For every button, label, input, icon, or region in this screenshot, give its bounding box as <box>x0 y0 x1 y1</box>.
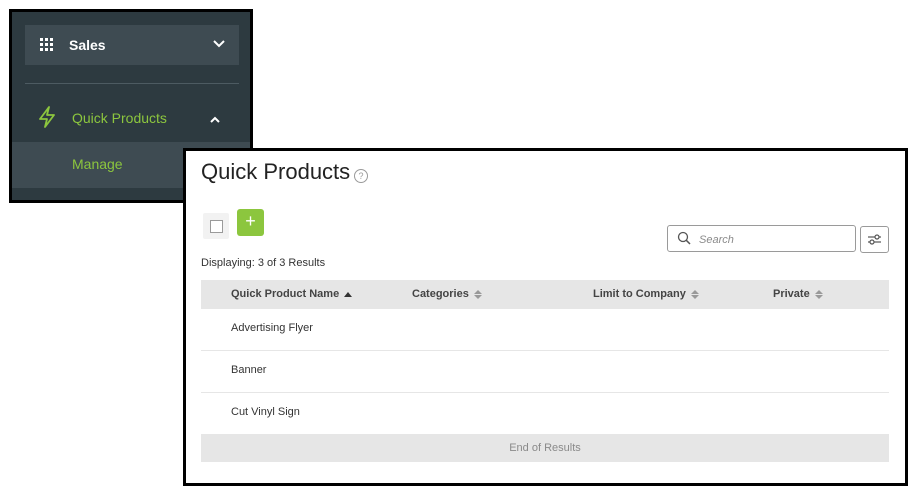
search-input[interactable] <box>697 229 851 250</box>
table-header: Quick Product Name Categories Limit to C… <box>201 280 889 309</box>
column-header-label: Limit to Company <box>593 288 686 300</box>
sort-icon <box>690 289 699 299</box>
search-box[interactable] <box>667 225 856 252</box>
column-header-label: Private <box>773 288 810 300</box>
column-header-private[interactable]: Private <box>773 288 823 300</box>
sidebar-item-label: Quick Products <box>72 110 167 126</box>
checkbox-box <box>210 220 223 233</box>
help-icon[interactable]: ? <box>354 169 368 183</box>
select-all-checkbox[interactable] <box>203 213 229 239</box>
end-of-results: End of Results <box>201 434 889 462</box>
sort-icon <box>814 289 823 299</box>
filter-icon <box>868 234 881 245</box>
product-name-cell[interactable]: Advertising Flyer <box>231 322 313 334</box>
quick-products-table: Quick Product Name Categories Limit to C… <box>201 280 889 462</box>
column-header-label: Quick Product Name <box>231 288 340 300</box>
column-header-name[interactable]: Quick Product Name <box>231 288 353 300</box>
product-name-cell[interactable]: Banner <box>231 364 266 376</box>
filter-button[interactable] <box>860 226 889 253</box>
table-row[interactable]: Cut Vinyl Sign <box>201 393 889 434</box>
bolt-icon <box>39 106 55 128</box>
search-icon <box>677 231 691 245</box>
grid-icon <box>40 38 53 51</box>
page-title: Quick Products <box>201 159 351 184</box>
sort-icon <box>473 289 482 299</box>
chevron-up-icon <box>210 116 220 123</box>
quick-products-panel: Quick Products ? + Displaying: 3 of 3 Re… <box>183 148 908 486</box>
sidebar-item-sales[interactable]: Sales <box>25 25 239 65</box>
sidebar-item-label: Sales <box>69 37 106 53</box>
product-name-cell[interactable]: Cut Vinyl Sign <box>231 406 300 418</box>
table-row[interactable]: Banner <box>201 351 889 393</box>
sort-ascending-icon <box>344 291 353 297</box>
chevron-down-icon <box>213 40 225 48</box>
results-count: Displaying: 3 of 3 Results <box>201 257 326 269</box>
sidebar-divider <box>25 83 239 84</box>
column-header-label: Categories <box>412 288 469 300</box>
column-header-categories[interactable]: Categories <box>412 288 482 300</box>
table-row[interactable]: Advertising Flyer <box>201 309 889 351</box>
sidebar-item-label: Manage <box>72 156 123 172</box>
column-header-limit-to-company[interactable]: Limit to Company <box>593 288 699 300</box>
add-button[interactable]: + <box>237 209 264 236</box>
